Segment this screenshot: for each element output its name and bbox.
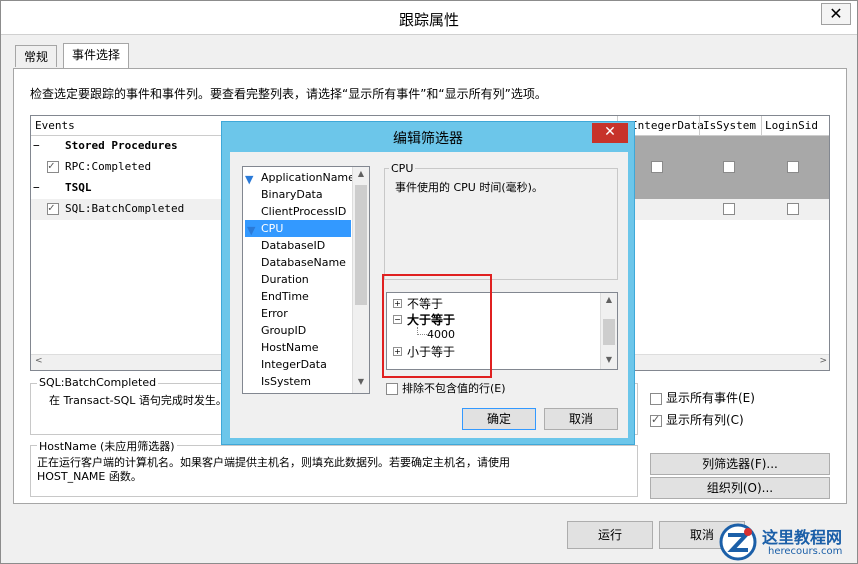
scroll-down-icon[interactable]: ▼ (603, 355, 615, 367)
filter-column-item[interactable]: BinaryData (261, 186, 323, 203)
event-info-text: 在 Transact-SQL 语句完成时发生。 (49, 394, 227, 407)
filter-column-item[interactable]: DatabaseID (261, 237, 325, 254)
filter-funnel-icon: ▼ (245, 173, 254, 186)
column-info-title: HostName (未应用筛选器) (37, 438, 177, 454)
event-info-title: SQL:BatchCompleted (37, 376, 159, 389)
tab-events-selection[interactable]: 事件选择 (63, 43, 130, 69)
column-checkbox[interactable] (787, 161, 799, 173)
run-button[interactable]: 运行 (567, 521, 653, 549)
filter-column-item[interactable]: ClientProcessID (261, 203, 346, 220)
list-vertical-scrollbar[interactable]: ▲ ▼ (352, 167, 369, 393)
column-checkbox[interactable] (723, 161, 735, 173)
event-checkbox[interactable] (47, 201, 59, 215)
column-info-text: 正在运行客户端的计算机名。如果客户端提供主机名，则填充此数据列。若要确定主机名，… (37, 456, 510, 483)
header-events[interactable]: Events (35, 119, 75, 132)
dialog-cancel-button[interactable]: 取消 (544, 408, 618, 430)
tab-general[interactable]: 常规 (15, 45, 58, 67)
column-checkbox[interactable] (723, 203, 735, 215)
header-integerdata[interactable]: IntegerData (631, 119, 704, 132)
collapse-icon[interactable]: − (33, 181, 40, 194)
filter-column-item[interactable]: GroupID (261, 322, 306, 339)
column-info-group: HostName (未应用筛选器) 正在运行客户端的计算机名。如果客户端提供主机… (30, 438, 638, 497)
dialog-body: ApplicationName ▼ BinaryData ClientProcessI… (230, 152, 628, 438)
organize-columns-button[interactable]: 组织列(O)... (650, 477, 830, 499)
filter-column-item[interactable]: IsSystem (261, 373, 311, 390)
scroll-thumb[interactable] (355, 185, 367, 305)
ok-button[interactable]: 确定 (462, 408, 536, 430)
filter-column-item[interactable]: IntegerData (261, 356, 327, 373)
filter-column-item[interactable]: CPU ▼ (245, 220, 351, 237)
highlight-box (382, 274, 492, 378)
column-filter-button[interactable]: 列筛选器(F)... (650, 453, 830, 475)
filter-column-item[interactable]: EndTime (261, 288, 309, 305)
panel-description: 检查选定要跟踪的事件和事件列。要查看完整列表，请选择“显示所有事件”和“显示所有… (30, 87, 547, 101)
collapse-icon[interactable]: − (33, 139, 40, 152)
header-loginsid[interactable]: LoginSid (765, 119, 818, 132)
watermark: 这里教程网 herecours.com (718, 520, 858, 564)
watermark-url: herecours.com (768, 546, 843, 557)
column-info-box-text: 事件使用的 CPU 时间(毫秒)。 (395, 181, 543, 194)
show-all-columns-option[interactable]: 显示所有列(C) (650, 411, 744, 428)
exclude-empty-checkbox[interactable] (386, 383, 398, 395)
header-issystem[interactable]: IsSystem (703, 119, 756, 132)
show-all-events-checkbox[interactable] (650, 392, 662, 405)
watermark-name: 这里教程网 (762, 528, 843, 547)
window-title: 跟踪属性 (398, 11, 459, 29)
column-info-box-title: CPU (389, 162, 416, 175)
filter-column-item[interactable]: Duration (261, 271, 309, 288)
scroll-down-icon[interactable]: ▼ (355, 377, 367, 389)
filter-column-item[interactable]: ApplicationName ▼ (245, 169, 355, 186)
watermark-logo-icon (719, 523, 757, 561)
column-info-box: CPU 事件使用的 CPU 时间(毫秒)。 (384, 162, 618, 280)
title-bar: 跟踪属性 ✕ (1, 1, 857, 35)
event-checkbox[interactable] (47, 159, 59, 173)
column-checkbox[interactable] (651, 161, 663, 173)
scroll-left-icon[interactable]: < (35, 356, 43, 366)
scroll-thumb[interactable] (603, 319, 615, 345)
filter-funnel-icon: ▼ (247, 224, 256, 237)
filter-column-item[interactable]: HostName (261, 339, 319, 356)
tree-vertical-scrollbar[interactable]: ▲ ▼ (600, 293, 617, 369)
edit-filter-dialog: 编辑筛选器 ✕ ApplicationName ▼ BinaryData Client… (221, 121, 635, 445)
window-close-button[interactable]: ✕ (821, 3, 851, 25)
show-all-columns-checkbox[interactable] (650, 413, 662, 427)
column-checkbox[interactable] (787, 203, 799, 215)
dialog-title: 编辑筛选器 (393, 131, 463, 147)
show-all-events-option[interactable]: 显示所有事件(E) (650, 389, 755, 406)
scroll-up-icon[interactable]: ▲ (355, 169, 367, 181)
filter-column-item[interactable]: DatabaseName (261, 254, 346, 271)
filter-column-list[interactable]: ApplicationName ▼ BinaryData ClientProcessI… (242, 166, 370, 394)
dialog-close-button[interactable]: ✕ (592, 123, 628, 143)
scroll-up-icon[interactable]: ▲ (603, 295, 615, 307)
exclude-empty-option[interactable]: 排除不包含值的行(E) (386, 380, 506, 396)
scroll-right-icon[interactable]: > (819, 356, 827, 366)
filter-column-item[interactable]: Error (261, 305, 288, 322)
